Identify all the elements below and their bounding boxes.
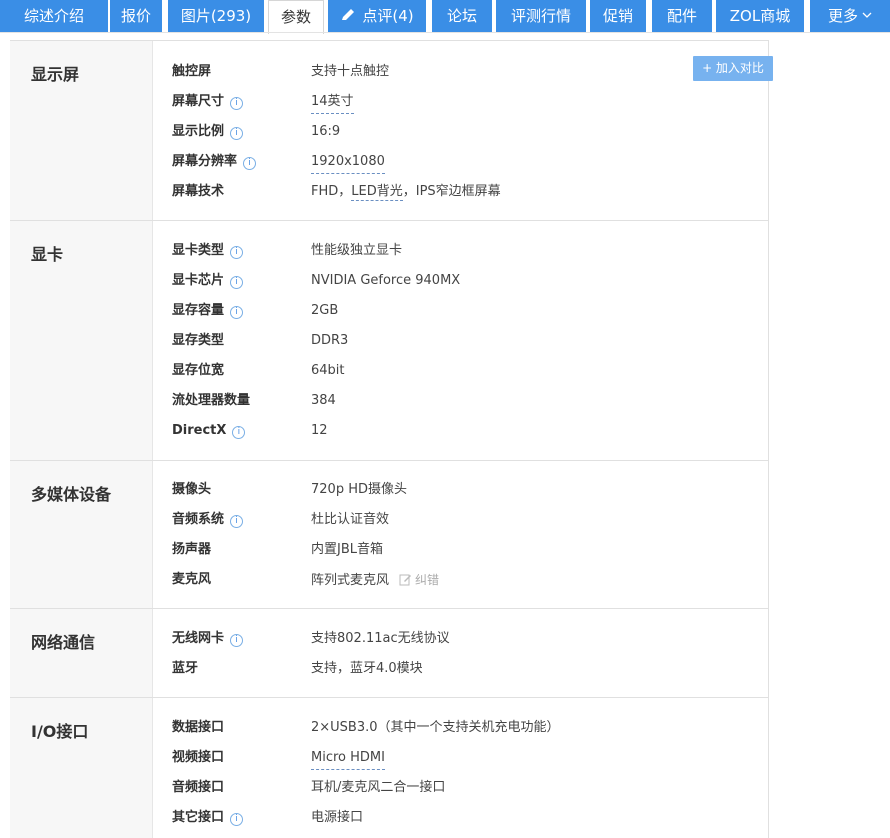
- spec-label: 蓝牙: [172, 661, 199, 676]
- spec-section-io: I/O接口 数据接口 2×USB3.0（其中一个支持关机充电功能） 视频接口 Mic…: [10, 697, 769, 838]
- tab-label: ZOL商城: [729, 7, 791, 25]
- info-icon[interactable]: i: [230, 246, 244, 259]
- tab-images[interactable]: 图片(293): [168, 0, 264, 32]
- pencil-icon: [342, 9, 355, 20]
- tab-label: 更多: [827, 7, 858, 25]
- tab-label: 报价: [120, 7, 151, 25]
- spec-value: FHD，LED背光，IPS窄边框屏幕: [311, 184, 501, 201]
- spec-label: 流处理器数量: [172, 393, 251, 408]
- spec-label: 数据接口: [172, 720, 225, 735]
- spec-section-network: 网络通信 无线网卡 i 支持802.11ac无线协议 蓝牙 支持，蓝牙4.0模块: [10, 608, 769, 697]
- chevron-down-icon: [862, 12, 872, 18]
- spec-label: 触控屏: [172, 64, 212, 79]
- tab-promotions[interactable]: 促销: [590, 0, 646, 32]
- spec-value: NVIDIA Geforce 940MX: [311, 273, 461, 288]
- spec-label: 音频接口: [172, 780, 225, 795]
- spec-label: 音频系统 i: [172, 510, 302, 530]
- spec-value: 性能级独立显卡: [311, 243, 403, 258]
- section-title: 多媒体设备: [31, 485, 112, 504]
- spec-value: 杜比认证音效: [311, 512, 390, 527]
- spec-label: 显存容量 i: [172, 301, 302, 321]
- spec-value: 支持802.11ac无线协议: [311, 631, 450, 646]
- info-icon[interactable]: i: [230, 634, 244, 647]
- spec-section-display: 显示屏 触控屏 支持十点触控 屏幕尺寸 i 14英寸 显示比例 i 16:9 屏幕分辨率 i…: [10, 40, 769, 220]
- spec-value: 电源接口: [311, 810, 364, 825]
- tab-zol-mall[interactable]: ZOL商城: [716, 0, 804, 32]
- spec-value-link[interactable]: Micro HDMI: [311, 748, 385, 770]
- tab-label: 配件: [666, 7, 697, 25]
- report-error-link[interactable]: 纠错: [399, 573, 439, 587]
- info-icon[interactable]: i: [230, 306, 244, 319]
- spec-value-link[interactable]: LED背光: [351, 184, 403, 201]
- section-title: 网络通信: [31, 633, 96, 652]
- spec-value: 64bit: [311, 363, 345, 378]
- spec-label: 摄像头: [172, 482, 212, 497]
- compare-button-label: + 加入对比: [702, 61, 764, 75]
- spec-label: 扬声器: [172, 542, 212, 557]
- tab-more[interactable]: 更多: [810, 0, 890, 32]
- spec-value: 支持十点触控: [311, 64, 390, 79]
- spec-section-graphics: 显卡 显卡类型 i 性能级独立显卡 显卡芯片 i NVIDIA Geforce 940M…: [10, 220, 769, 460]
- section-title: 显卡: [31, 245, 64, 264]
- tab-reviews[interactable]: 点评(4): [328, 0, 426, 32]
- spec-value: 16:9: [311, 124, 341, 139]
- spec-value: 384: [311, 393, 336, 408]
- spec-value: DDR3: [311, 333, 349, 348]
- tab-accessories[interactable]: 配件: [652, 0, 712, 32]
- spec-label: 其它接口 i: [172, 808, 302, 828]
- tab-label: 促销: [602, 7, 633, 25]
- tab-specs[interactable]: 参数: [268, 0, 324, 34]
- info-icon[interactable]: i: [230, 97, 244, 110]
- spec-label: 显卡类型 i: [172, 241, 302, 261]
- spec-label: 显示比例 i: [172, 122, 302, 142]
- spec-label: 屏幕技术: [172, 184, 225, 199]
- section-title: 显示屏: [31, 65, 80, 84]
- info-icon[interactable]: i: [230, 276, 244, 289]
- spec-value: 12: [311, 423, 328, 438]
- spec-value: 阵列式麦克风 纠错: [311, 573, 440, 588]
- tab-overview[interactable]: 综述介绍: [0, 0, 108, 32]
- tab-label: 参数: [280, 8, 311, 26]
- section-title: I/O接口: [31, 722, 89, 741]
- info-icon[interactable]: i: [230, 813, 244, 826]
- product-tab-bar: 综述介绍 报价 图片(293) 参数 点评(4) 论坛 评测行情 促销 配件 Z…: [0, 0, 890, 34]
- spec-value: 720p HD摄像头: [311, 482, 407, 497]
- tab-bar-underline: [0, 32, 890, 33]
- spec-label: 屏幕尺寸 i: [172, 92, 302, 112]
- spec-label: 显卡芯片 i: [172, 271, 302, 291]
- add-to-compare-button[interactable]: + 加入对比: [693, 56, 773, 81]
- tab-reviews-market[interactable]: 评测行情: [496, 0, 586, 32]
- tab-price[interactable]: 报价: [110, 0, 162, 32]
- tab-label: 论坛: [446, 7, 477, 25]
- section-header-cell: [10, 609, 153, 697]
- info-icon[interactable]: i: [232, 426, 246, 439]
- spec-label: DirectX i: [172, 421, 302, 441]
- spec-label: 麦克风: [172, 572, 212, 587]
- tab-forum[interactable]: 论坛: [432, 0, 492, 32]
- tab-label: 图片(293): [180, 7, 252, 25]
- tab-label: 评测行情: [510, 7, 571, 25]
- info-icon[interactable]: i: [243, 157, 257, 170]
- tab-label: 综述介绍: [23, 7, 84, 25]
- spec-label: 屏幕分辨率 i: [172, 152, 302, 172]
- spec-label: 显存类型: [172, 333, 225, 348]
- spec-value-link[interactable]: 1920x1080: [311, 152, 385, 174]
- spec-label: 显存位宽: [172, 363, 225, 378]
- spec-section-multimedia: 多媒体设备 摄像头 720p HD摄像头 音频系统 i 杜比认证音效 扬声器 内置JBL…: [10, 460, 769, 608]
- info-icon[interactable]: i: [230, 127, 244, 140]
- edit-icon: [399, 574, 412, 586]
- spec-value: 内置JBL音箱: [311, 542, 383, 557]
- spec-value: 2GB: [311, 303, 339, 318]
- spec-value: 2×USB3.0（其中一个支持关机充电功能）: [311, 720, 560, 735]
- spec-label: 无线网卡 i: [172, 629, 302, 649]
- spec-value-link[interactable]: 14英寸: [311, 92, 354, 114]
- spec-value: 耳机/麦克风二合一接口: [311, 780, 446, 795]
- spec-label: 视频接口: [172, 750, 225, 765]
- spec-value: 支持，蓝牙4.0模块: [311, 661, 423, 676]
- tab-label: 点评(4): [362, 7, 414, 25]
- info-icon[interactable]: i: [230, 515, 244, 528]
